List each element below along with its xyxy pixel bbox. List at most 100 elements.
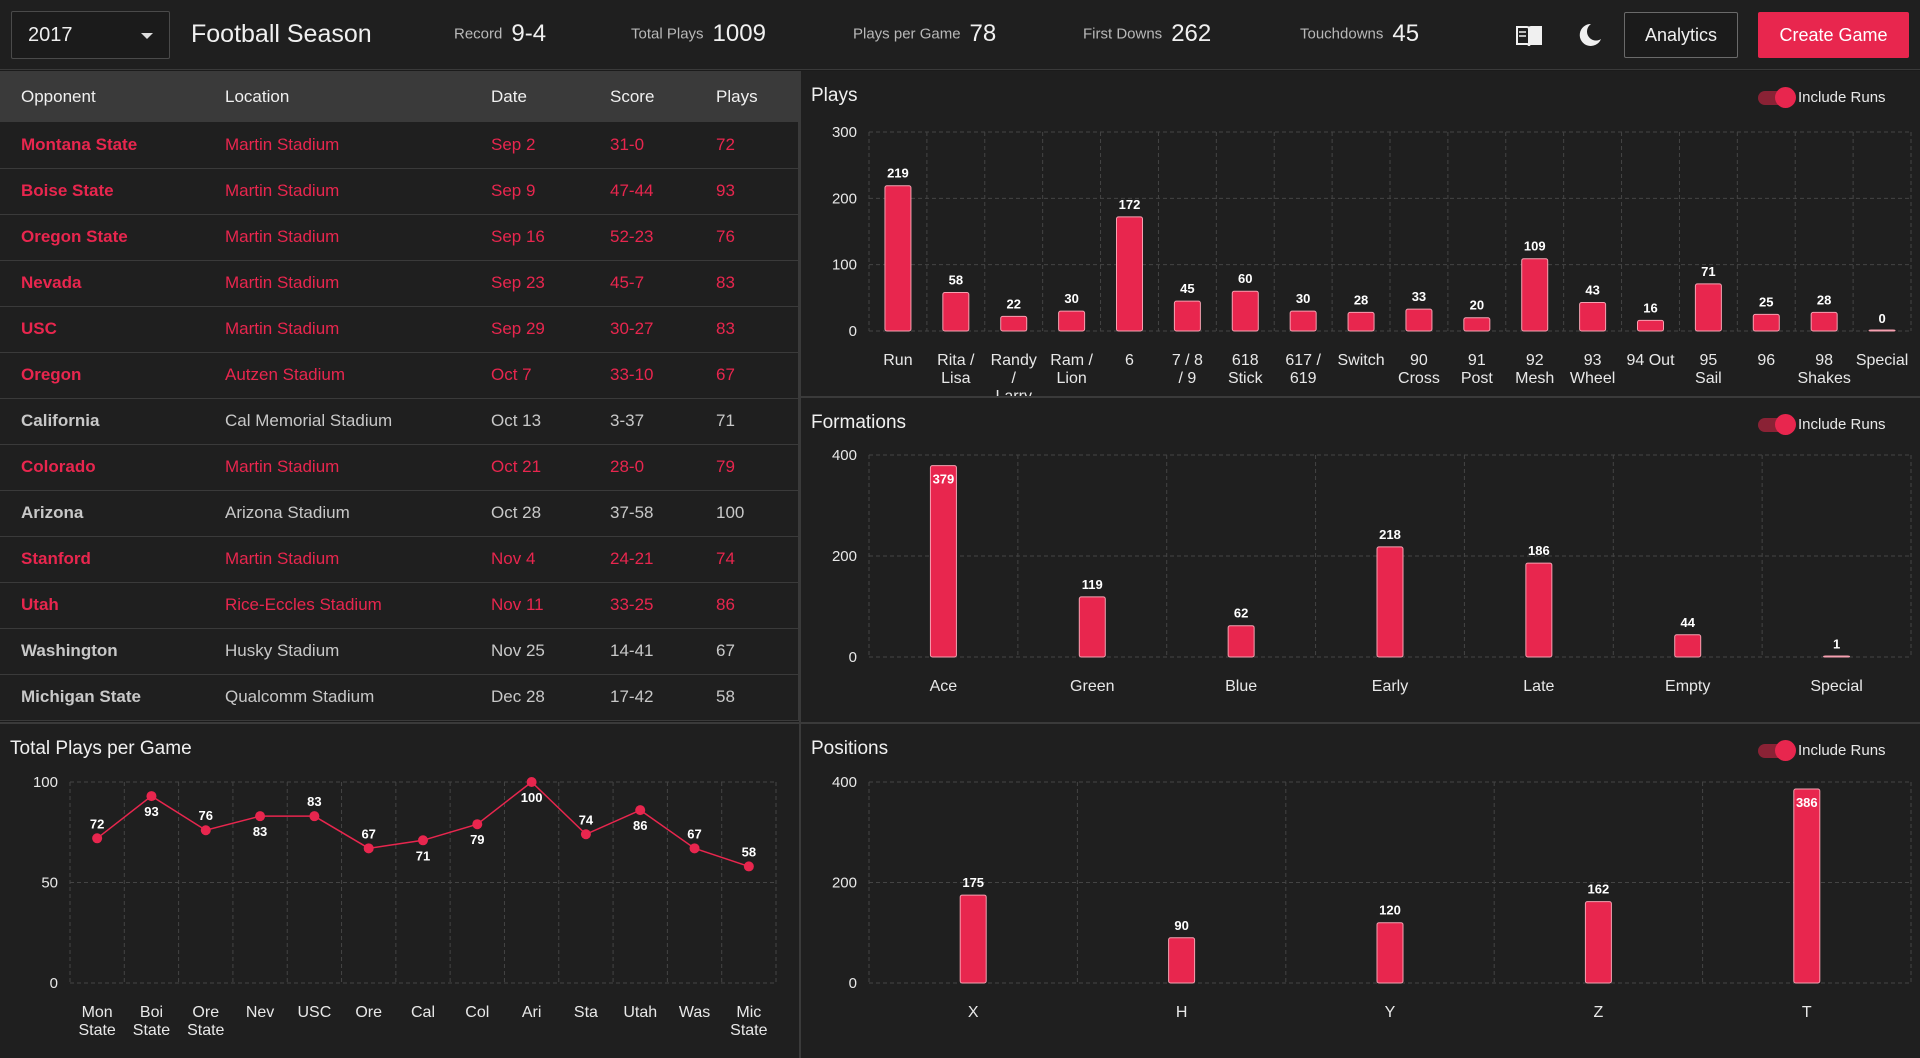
- cell-plays: 83: [695, 306, 800, 353]
- table-row[interactable]: Oregon State Martin Stadium Sep 16 52-23 76: [0, 214, 800, 261]
- x-tick-label: Ore: [355, 1004, 382, 1021]
- bar: [1674, 634, 1702, 658]
- data-label: 28: [1817, 292, 1831, 307]
- stat-value: 78: [969, 20, 997, 47]
- cell-opponent: California: [0, 398, 204, 445]
- data-point: [146, 791, 157, 802]
- y-tick-label: 100: [832, 257, 857, 274]
- table-row[interactable]: Arizona Arizona Stadium Oct 28 37-58 100: [0, 490, 800, 537]
- book-icon[interactable]: [1514, 20, 1544, 50]
- analytics-button[interactable]: Analytics: [1624, 12, 1738, 58]
- x-tick-label: 95 Sail: [1695, 352, 1722, 387]
- data-label: 386: [1796, 795, 1818, 810]
- x-tick-label: Run: [883, 352, 912, 369]
- x-tick-label: 96: [1757, 352, 1775, 369]
- y-tick-label: 0: [849, 649, 857, 666]
- cell-score: 17-42: [589, 674, 695, 721]
- table-row[interactable]: USC Martin Stadium Sep 29 30-27 83: [0, 306, 800, 353]
- cell-location: Martin Stadium: [204, 536, 470, 583]
- table-row[interactable]: Oregon Autzen Stadium Oct 7 33-10 67: [0, 352, 800, 399]
- cell-location: Cal Memorial Stadium: [204, 398, 470, 445]
- bar: [1584, 901, 1612, 984]
- cell-location: Martin Stadium: [204, 168, 470, 215]
- data-label: 120: [1379, 903, 1401, 918]
- bar: [1637, 319, 1664, 332]
- data-label: 76: [199, 808, 213, 823]
- table-row[interactable]: Boise State Martin Stadium Sep 9 47-44 93: [0, 168, 800, 215]
- x-tick-label: 617 /619: [1285, 352, 1321, 387]
- table-row[interactable]: Nevada Martin Stadium Sep 23 45-7 83: [0, 260, 800, 307]
- bar: [1694, 283, 1722, 332]
- table-row[interactable]: Washington Husky Stadium Nov 25 14-41 67: [0, 628, 800, 675]
- bar: [1116, 216, 1143, 332]
- data-point: [635, 805, 646, 816]
- stat-value: 9-4: [511, 20, 547, 47]
- cell-score: 24-21: [589, 536, 695, 583]
- x-tick-label: Boi State: [133, 1004, 170, 1039]
- season-year-select[interactable]: 2017: [11, 11, 170, 59]
- x-tick-label: Utah: [623, 1004, 657, 1021]
- data-label: 20: [1470, 298, 1484, 313]
- x-tick-label: Sta: [574, 1004, 598, 1021]
- y-tick-label: 50: [41, 875, 58, 892]
- table-row[interactable]: Montana State Martin Stadium Sep 2 31-0 72: [0, 122, 800, 169]
- cell-plays: 86: [695, 582, 800, 629]
- cell-score: 52-23: [589, 214, 695, 261]
- x-tick-label: Blue: [1225, 678, 1257, 695]
- cell-location: Martin Stadium: [204, 306, 470, 353]
- data-point: [743, 861, 754, 872]
- y-tick-label: 0: [849, 975, 857, 992]
- x-tick-label: Empty: [1665, 678, 1710, 695]
- column-header-score[interactable]: Score: [589, 71, 695, 122]
- cell-score: 31-0: [589, 122, 695, 169]
- bar: [942, 292, 970, 332]
- column-header-location[interactable]: Location: [204, 71, 470, 122]
- data-label: 1: [1833, 636, 1840, 651]
- data-label: 74: [579, 812, 594, 827]
- table-row[interactable]: Stanford Martin Stadium Nov 4 24-21 74: [0, 536, 800, 583]
- x-tick-label: 92 Mesh: [1515, 352, 1554, 387]
- cell-plays: 72: [695, 122, 800, 169]
- cell-date: Oct 13: [470, 398, 589, 445]
- cell-opponent: USC: [0, 306, 204, 353]
- stat-total-plays: Total Plays 1009: [631, 20, 766, 48]
- plays-bar-chart: 0100200300RunRita /LisaRandy/LarryRam /L…: [832, 124, 1912, 396]
- bar: [1289, 310, 1317, 332]
- x-tick-label: Cal: [411, 1004, 435, 1021]
- stat-label: First Downs: [1083, 25, 1163, 43]
- cell-score: 28-0: [589, 444, 695, 491]
- table-row[interactable]: Colorado Martin Stadium Oct 21 28-0 79: [0, 444, 800, 491]
- column-header-plays[interactable]: Plays: [695, 71, 800, 122]
- column-header-date[interactable]: Date: [470, 71, 589, 122]
- bar: [1793, 788, 1821, 984]
- bar: [1227, 625, 1255, 658]
- bar: [1823, 655, 1851, 658]
- data-label: 100: [521, 790, 543, 805]
- cell-plays: 76: [695, 214, 800, 261]
- x-tick-label: 94 Out: [1626, 352, 1675, 369]
- cell-date: Nov 4: [470, 536, 589, 583]
- page-title: Football Season: [191, 20, 372, 48]
- cell-opponent: Michigan State: [0, 674, 204, 721]
- x-tick-label: 90 Cross: [1398, 352, 1440, 387]
- x-tick-label: Was: [679, 1004, 710, 1021]
- y-tick-label: 300: [832, 124, 857, 141]
- data-label: 67: [687, 826, 701, 841]
- moon-icon[interactable]: [1574, 20, 1604, 50]
- cell-score: 47-44: [589, 168, 695, 215]
- cell-location: Martin Stadium: [204, 214, 470, 261]
- table-row[interactable]: California Cal Memorial Stadium Oct 13 3-37…: [0, 398, 800, 445]
- table-row[interactable]: Michigan State Qualcomm Stadium Dec 28 17-4…: [0, 674, 800, 721]
- y-tick-label: 200: [832, 190, 857, 207]
- x-tick-label: Ram / Lion: [1050, 352, 1093, 387]
- x-tick-label: Green: [1070, 678, 1114, 695]
- table-row[interactable]: Utah Rice-Eccles Stadium Nov 11 33-25 86: [0, 582, 800, 629]
- create-game-button[interactable]: Create Game: [1758, 12, 1909, 58]
- data-label: 175: [962, 875, 984, 890]
- cell-date: Oct 28: [470, 490, 589, 537]
- data-label: 28: [1354, 292, 1368, 307]
- cell-opponent: Montana State: [0, 122, 204, 169]
- data-point: [255, 811, 266, 822]
- bar: [1752, 313, 1780, 332]
- column-header-opponent[interactable]: Opponent: [0, 71, 204, 122]
